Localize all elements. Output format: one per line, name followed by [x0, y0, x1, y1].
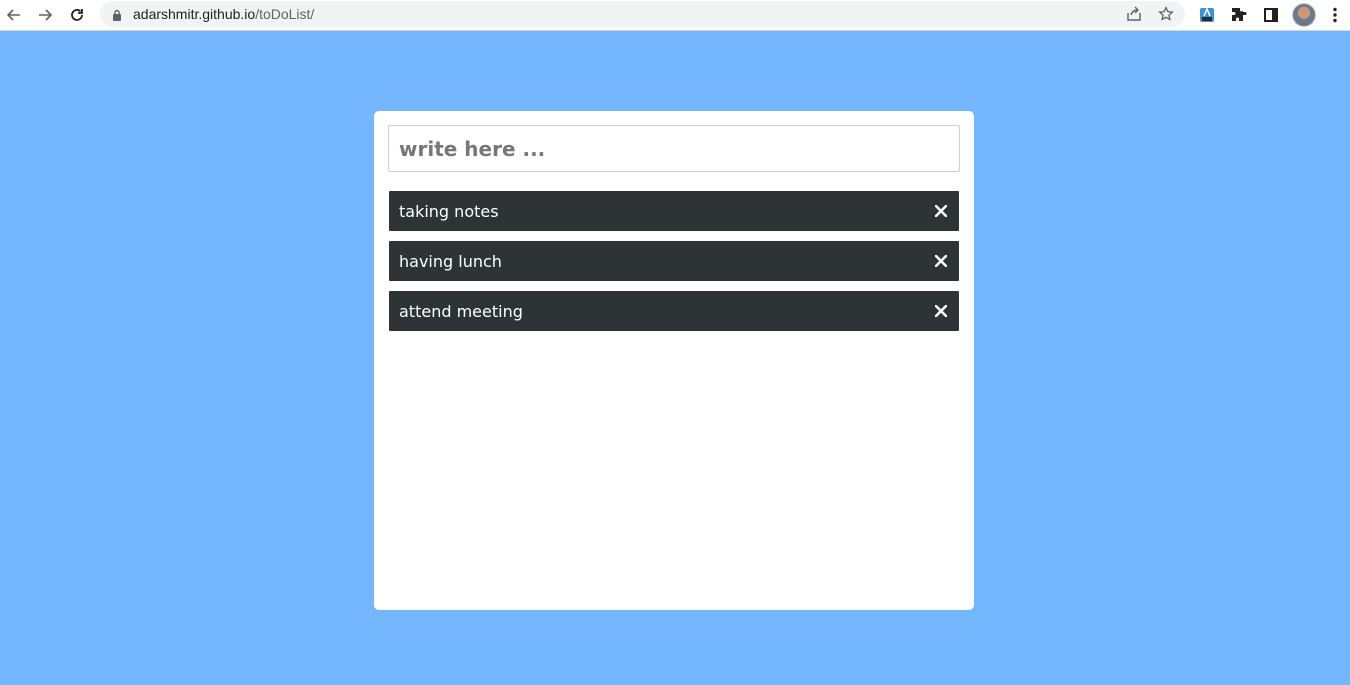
url-text: adarshmitr.github.io/toDoList/ [133, 6, 314, 22]
address-bar[interactable]: adarshmitr.github.io/toDoList/ [100, 1, 1185, 27]
extension-translate-icon[interactable] [1196, 4, 1218, 26]
url-host: adarshmitr.github.io [133, 6, 256, 22]
todo-item[interactable]: having lunch [389, 241, 959, 281]
delete-task-button[interactable] [933, 253, 949, 269]
task-input[interactable] [388, 125, 960, 172]
back-arrow-icon[interactable] [3, 4, 25, 26]
todo-card: taking notes having lunch attend meeting [374, 111, 974, 610]
menu-kebab-icon[interactable] [1324, 4, 1346, 26]
reload-icon[interactable] [66, 4, 88, 26]
close-icon [935, 205, 947, 217]
bookmark-star-icon[interactable] [1157, 5, 1175, 23]
todo-item[interactable]: attend meeting [389, 291, 959, 331]
lock-icon [112, 8, 122, 21]
todo-text: taking notes [399, 201, 499, 221]
side-panel-icon[interactable] [1260, 4, 1282, 26]
delete-task-button[interactable] [933, 303, 949, 319]
todo-text: having lunch [399, 251, 502, 271]
todo-list: taking notes having lunch attend meeting [389, 191, 959, 341]
share-icon[interactable] [1125, 5, 1143, 23]
url-path: /toDoList/ [255, 6, 315, 22]
todo-item[interactable]: taking notes [389, 191, 959, 231]
extensions-puzzle-icon[interactable] [1228, 4, 1250, 26]
delete-task-button[interactable] [933, 203, 949, 219]
close-icon [935, 255, 947, 267]
forward-arrow-icon[interactable] [34, 4, 56, 26]
close-icon [935, 305, 947, 317]
profile-avatar[interactable] [1292, 3, 1316, 27]
browser-toolbar: adarshmitr.github.io/toDoList/ [0, 0, 1350, 31]
todo-text: attend meeting [399, 301, 523, 321]
